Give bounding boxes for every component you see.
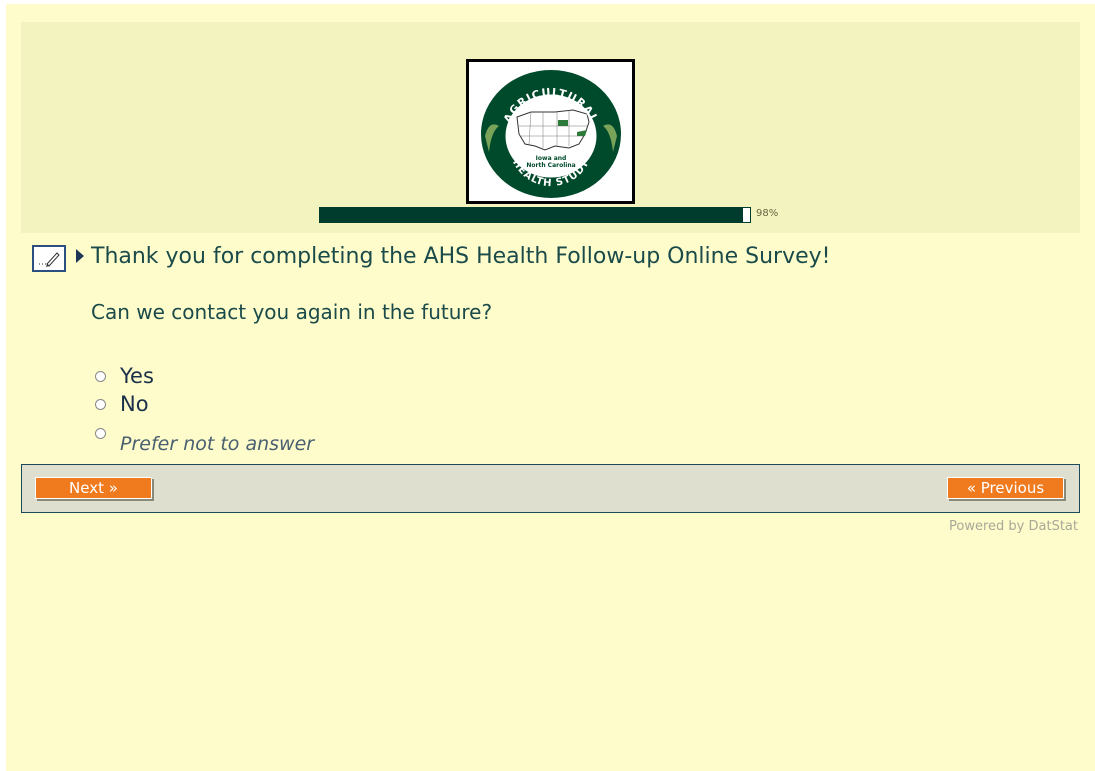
option-prefer-not-label: Prefer not to answer <box>120 433 315 455</box>
survey-header: AGRICULTURAL HEALTH STUDY Iowa and North… <box>21 22 1080 233</box>
logo-center-text-2: North Carolina <box>526 162 575 169</box>
radio-yes[interactable] <box>95 370 106 382</box>
play-arrow-icon <box>76 249 84 263</box>
option-no-label: No <box>120 392 149 416</box>
radio-prefer-not[interactable] <box>95 428 106 439</box>
question-text: Can we contact you again in the future? <box>91 300 493 324</box>
thank-you-message: Thank you for completing the AHS Health … <box>91 244 831 269</box>
option-yes[interactable]: Yes <box>95 364 154 388</box>
logo-center-text-1: Iowa and <box>536 155 567 162</box>
edit-note-icon[interactable] <box>32 245 66 272</box>
progress-label: 98% <box>756 208 779 219</box>
radio-no[interactable] <box>95 398 106 410</box>
option-prefer-not[interactable]: Prefer not to answer <box>95 428 314 455</box>
progress-remaining <box>742 207 751 223</box>
powered-by: Powered by DatStat <box>949 519 1078 534</box>
previous-button[interactable]: « Previous <box>947 477 1064 499</box>
progress-fill <box>319 207 741 223</box>
survey-page: AGRICULTURAL HEALTH STUDY Iowa and North… <box>6 4 1095 771</box>
progress-bar <box>319 207 749 223</box>
next-button[interactable]: Next » <box>35 477 152 499</box>
option-yes-label: Yes <box>120 364 154 388</box>
option-no[interactable]: No <box>95 392 149 416</box>
ahs-logo: AGRICULTURAL HEALTH STUDY Iowa and North… <box>466 59 635 204</box>
navigation-bar: Next » « Previous <box>21 464 1080 513</box>
